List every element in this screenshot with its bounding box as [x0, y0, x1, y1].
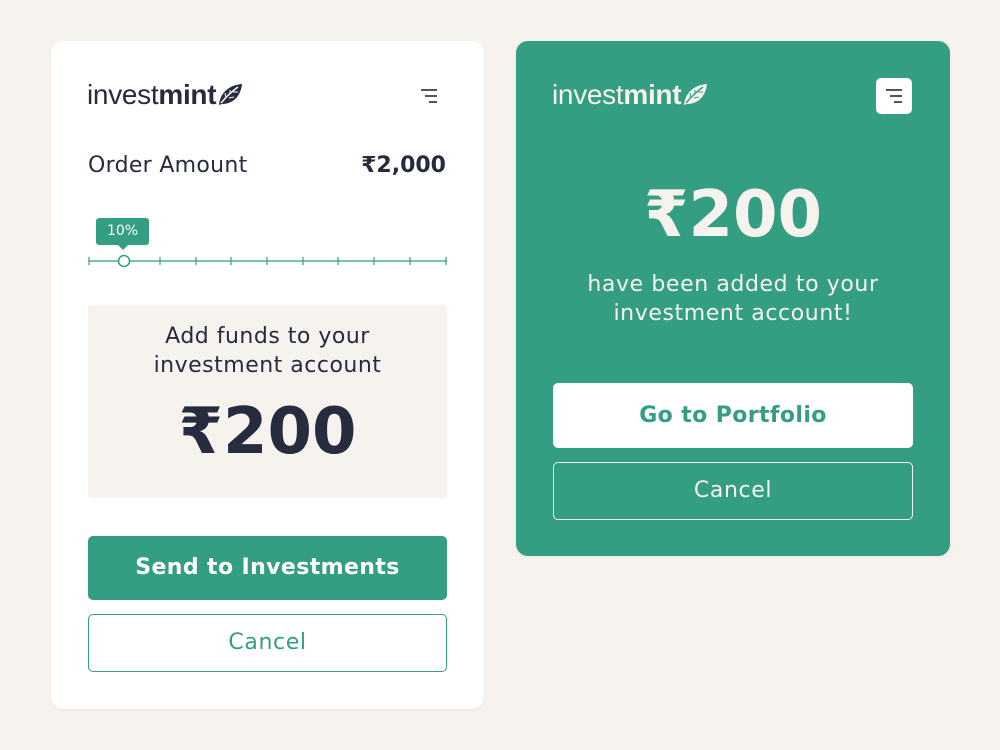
leaf-icon [684, 84, 708, 105]
fund-text-line2: investment account [153, 353, 382, 378]
confirmation-line2: investment account! [613, 301, 853, 326]
logo-text-invest: invest [552, 79, 624, 110]
fund-amount: ₹200 [178, 395, 357, 469]
slider-percent-tooltip: 10% [96, 218, 149, 250]
investmint-logo: invest mint [87, 75, 243, 109]
menu-button[interactable] [411, 78, 447, 114]
menu-button[interactable] [876, 78, 912, 114]
confirmation-card: invest mint ₹200 have been added to your … [516, 41, 950, 556]
logo-text-mint: mint [158, 79, 217, 110]
menu-icon [421, 89, 437, 103]
added-amount: ₹200 [643, 178, 823, 252]
investmint-logo: invest mint [552, 75, 708, 109]
confirmation-line1: have been added to your [587, 272, 879, 297]
confirmation-message: have been added to your investment accou… [516, 270, 950, 328]
leaf-icon [219, 84, 243, 105]
go-to-portfolio-button[interactable]: Go to Portfolio [553, 383, 913, 448]
send-to-investments-button[interactable]: Send to Investments [88, 536, 447, 600]
cancel-button[interactable]: Cancel [88, 614, 447, 672]
cancel-button[interactable]: Cancel [553, 462, 913, 520]
order-amount-label: Order Amount [88, 153, 248, 178]
percent-slider[interactable] [88, 251, 448, 271]
slider-thumb[interactable] [117, 254, 131, 268]
fund-description: Add funds to your investment account [88, 322, 447, 380]
logo-text-mint: mint [623, 79, 682, 110]
order-card: invest mint Order Amount ₹2,000 10% Add … [51, 41, 484, 709]
logo-text-invest: invest [87, 79, 159, 110]
fund-summary-box: Add funds to your investment account ₹20… [88, 305, 447, 498]
menu-icon [886, 89, 902, 103]
order-amount-value: ₹2,000 [361, 153, 446, 178]
fund-text-line1: Add funds to your [165, 324, 370, 349]
